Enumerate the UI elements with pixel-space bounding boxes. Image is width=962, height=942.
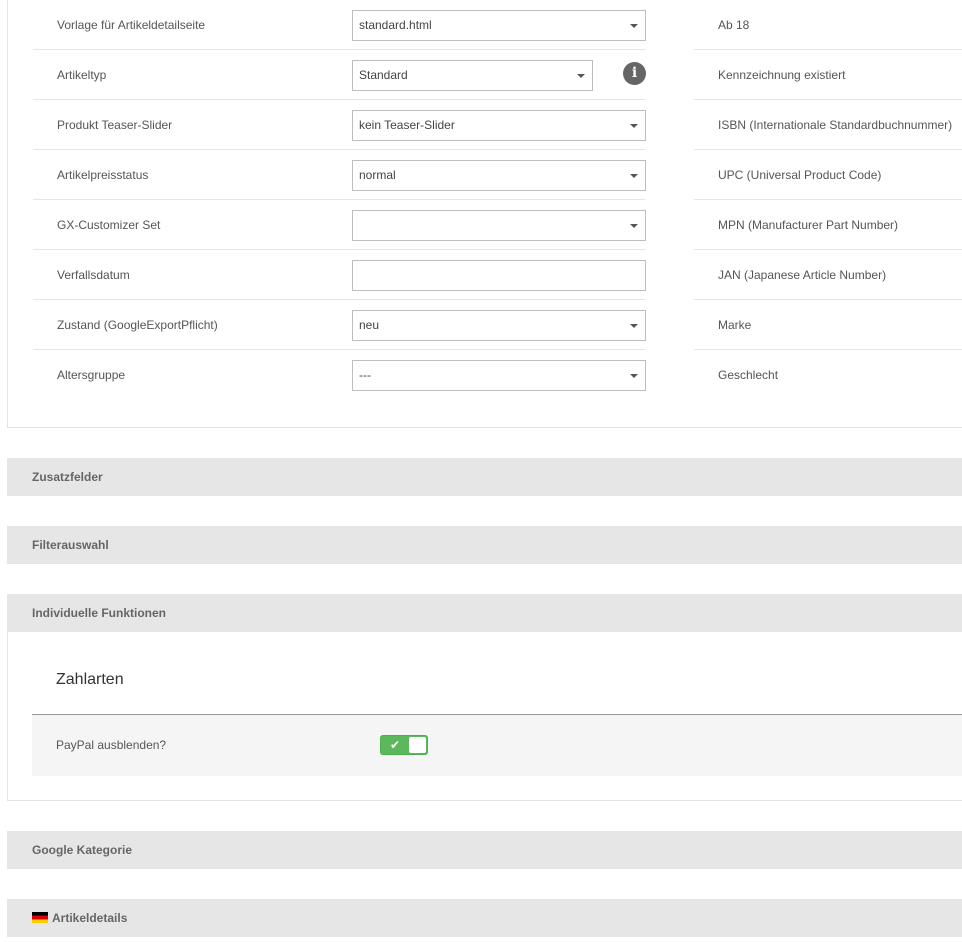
- section-title: Filterauswahl: [32, 538, 109, 552]
- check-icon: ✔: [390, 738, 401, 752]
- chevron-down-icon: [630, 174, 638, 178]
- field-label: Zustand (GoogleExportPflicht): [57, 318, 218, 332]
- subsection-heading: Zahlarten: [56, 671, 124, 688]
- price-status-select[interactable]: normal: [352, 160, 646, 191]
- paypal-label: PayPal ausblenden?: [56, 738, 167, 752]
- individuelle-funktionen-panel: Zahlarten PayPal ausblenden? ✔: [7, 631, 962, 801]
- select-value: normal: [359, 168, 396, 182]
- field-row-expiry-date: Verfallsdatum: [33, 250, 646, 300]
- field-label: Geschlecht: [718, 368, 779, 382]
- chevron-down-icon: [630, 224, 638, 228]
- condition-select[interactable]: neu: [352, 310, 646, 341]
- section-zusatzfelder[interactable]: Zusatzfelder: [7, 458, 962, 496]
- field-label: UPC (Universal Product Code): [718, 168, 882, 182]
- select-value: Standard: [359, 68, 408, 82]
- section-title: Artikeldetails: [52, 911, 128, 925]
- field-row-price-status: Artikelpreisstatus normal: [33, 150, 646, 200]
- field-row-template: Vorlage für Artikeldetailseite standard.…: [33, 0, 646, 50]
- section-title-wrapper: Artikeldetails: [32, 899, 127, 937]
- product-settings-panel: Vorlage für Artikeldetailseite standard.…: [7, 0, 962, 428]
- field-row-mpn: MPN (Manufacturer Part Number): [694, 200, 962, 250]
- field-row-condition: Zustand (GoogleExportPflicht) neu: [33, 300, 646, 350]
- field-row-article-type: Artikeltyp Standard i: [33, 50, 646, 100]
- field-label: JAN (Japanese Article Number): [718, 268, 887, 282]
- field-label: Ab 18: [718, 18, 750, 32]
- chevron-down-icon: [630, 24, 638, 28]
- paypal-hide-toggle[interactable]: ✔: [380, 735, 428, 755]
- template-select[interactable]: standard.html: [352, 10, 646, 41]
- chevron-down-icon: [577, 74, 585, 78]
- article-type-select[interactable]: Standard: [352, 60, 593, 91]
- section-artikeldetails[interactable]: Artikeldetails: [7, 899, 962, 937]
- section-title: Individuelle Funktionen: [32, 606, 167, 620]
- field-label: Vorlage für Artikeldetailseite: [57, 18, 206, 32]
- german-flag-icon: [32, 912, 48, 923]
- field-label: GX-Customizer Set: [57, 218, 161, 232]
- paypal-row: PayPal ausblenden? ✔: [32, 715, 962, 776]
- field-row-brand: Marke: [694, 300, 962, 350]
- toggle-knob: [409, 737, 426, 753]
- chevron-down-icon: [630, 374, 638, 378]
- field-row-identifier-exists: Kennzeichnung existiert: [694, 50, 962, 100]
- select-value: ---: [359, 368, 371, 382]
- field-label: Produkt Teaser-Slider: [57, 118, 173, 132]
- field-label: Artikeltyp: [57, 68, 107, 82]
- chevron-down-icon: [630, 124, 638, 128]
- select-value: standard.html: [359, 18, 432, 32]
- field-label: MPN (Manufacturer Part Number): [718, 218, 899, 232]
- field-row-adult: Ab 18: [694, 0, 962, 50]
- field-label: Verfallsdatum: [57, 268, 130, 282]
- teaser-slider-select[interactable]: kein Teaser-Slider: [352, 110, 646, 141]
- section-individuelle-funktionen[interactable]: Individuelle Funktionen: [7, 594, 962, 632]
- field-row-gender: Geschlecht: [694, 350, 962, 400]
- section-title: Google Kategorie: [32, 843, 133, 857]
- field-row-customizer-set: GX-Customizer Set: [33, 200, 646, 250]
- section-title: Zusatzfelder: [32, 470, 103, 484]
- field-label: Artikelpreisstatus: [57, 168, 149, 182]
- field-row-jan: JAN (Japanese Article Number): [694, 250, 962, 300]
- field-label: Marke: [718, 318, 752, 332]
- info-icon[interactable]: i: [623, 62, 646, 85]
- field-row-upc: UPC (Universal Product Code): [694, 150, 962, 200]
- select-value: neu: [359, 318, 380, 332]
- field-label: ISBN (Internationale Standardbuchnummer): [718, 118, 953, 132]
- expiry-date-input[interactable]: [352, 260, 646, 291]
- field-row-isbn: ISBN (Internationale Standardbuchnummer): [694, 100, 962, 150]
- chevron-down-icon: [630, 324, 638, 328]
- field-row-age-group: Altersgruppe ---: [33, 350, 646, 400]
- section-google-kategorie[interactable]: Google Kategorie: [7, 831, 962, 869]
- age-group-select[interactable]: ---: [352, 360, 646, 391]
- field-row-teaser-slider: Produkt Teaser-Slider kein Teaser-Slider: [33, 100, 646, 150]
- customizer-set-select[interactable]: [352, 210, 646, 241]
- field-label: Altersgruppe: [57, 368, 126, 382]
- field-label: Kennzeichnung existiert: [718, 68, 846, 82]
- section-filterauswahl[interactable]: Filterauswahl: [7, 526, 962, 564]
- select-value: kein Teaser-Slider: [359, 118, 455, 132]
